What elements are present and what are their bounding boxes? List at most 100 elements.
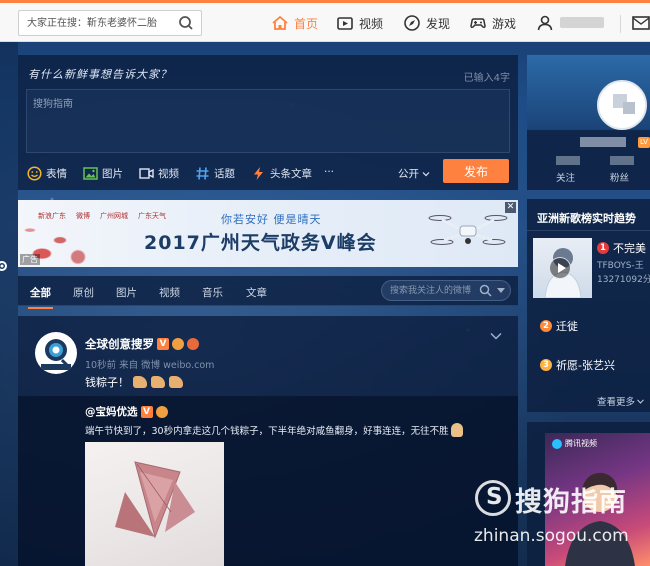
badge-icon — [155, 405, 168, 418]
image-icon — [83, 167, 98, 180]
tool-emoji[interactable]: 表情 — [27, 166, 67, 181]
tool-image-label: 图片 — [102, 168, 123, 180]
post-author-name[interactable]: 全球创意搜罗 — [85, 336, 154, 352]
feed-post: 全球创意搜罗 V 10秒前 来自 微博 weibo.com 钱粽子！ @宝妈优选… — [18, 316, 518, 566]
gear-icon[interactable] — [0, 260, 8, 272]
tool-article[interactable]: 头条文章 — [251, 166, 312, 181]
tool-image[interactable]: 图片 — [83, 166, 123, 181]
smile-icon — [27, 166, 42, 181]
tool-topic[interactable]: 话题 — [195, 166, 235, 181]
muscle-emoji-icon — [133, 376, 147, 388]
tool-more[interactable]: ··· — [324, 166, 334, 178]
banner-logo: 广州网城 — [100, 212, 128, 220]
badge-icon — [187, 338, 199, 350]
visibility-dropdown[interactable]: 公开 — [398, 166, 430, 181]
avatar[interactable] — [35, 332, 77, 374]
nav-video[interactable]: 视频 — [336, 12, 383, 34]
search-logo-icon — [41, 339, 71, 370]
trend-item-artist: TFBOYS-王 — [597, 261, 644, 271]
profile-following[interactable]: 关注 — [556, 170, 575, 184]
feed-filter-tabs: 全部 原创 图片 视频 音乐 文章 — [18, 276, 518, 309]
tool-video[interactable]: 视频 — [139, 166, 179, 181]
global-search-input[interactable] — [19, 11, 169, 35]
video-icon — [139, 168, 154, 179]
post-image[interactable] — [85, 442, 224, 566]
gamepad-icon — [470, 18, 486, 29]
post-author[interactable]: 全球创意搜罗 V — [85, 336, 199, 352]
post-meta[interactable]: 10秒前 来自 微博 weibo.com — [85, 357, 214, 371]
nav-home-label: 首页 — [294, 16, 319, 31]
tab-all[interactable]: 全部 — [28, 285, 53, 309]
tab-original[interactable]: 原创 — [73, 285, 94, 300]
more-icon: ··· — [324, 166, 335, 178]
muscle-emoji-icon — [169, 376, 183, 388]
feed-search[interactable] — [381, 280, 511, 301]
banner-ad[interactable]: 新浪广东 微博 广州网城 广东天气 你若安好 便是晴天 2017广州天气政务V峰… — [18, 200, 518, 267]
play-icon[interactable] — [549, 257, 571, 279]
repost-block: @宝妈优选 V 端午节快到了，30秒内拿走这几个钱粽子，下半年绝对咸鱼翻身，好事… — [18, 396, 518, 566]
trend-item-score: 13271092分 — [597, 275, 650, 285]
search-icon[interactable] — [479, 284, 492, 297]
hashtag-icon — [196, 167, 209, 180]
avatar[interactable] — [597, 80, 647, 130]
tencent-video-icon — [552, 438, 562, 449]
repost-author[interactable]: @宝妈优选 V — [85, 404, 168, 419]
tool-topic-label: 话题 — [214, 168, 235, 180]
home-icon — [272, 15, 288, 30]
repost-text-content: 端午节快到了，30秒内拿走这几个钱粽子，下半年绝对咸鱼翻身，好事连连，无往不胜 — [85, 426, 449, 437]
nav-discover[interactable]: 发现 — [403, 12, 450, 34]
repost-author-name[interactable]: @宝妈优选 — [85, 404, 138, 419]
publisher-char-counter: 已输入4字 — [463, 73, 510, 84]
tab-videos[interactable]: 视频 — [159, 285, 180, 300]
tool-video-label: 视频 — [158, 168, 179, 180]
close-icon[interactable]: ✕ — [505, 202, 516, 213]
visibility-label: 公开 — [398, 168, 419, 180]
chevron-down-icon — [422, 171, 430, 176]
divider — [527, 230, 650, 231]
top-navbar: 首页 视频 发现 游戏 — [0, 0, 650, 42]
nav-user[interactable] — [536, 12, 554, 34]
chevron-down-icon[interactable] — [497, 288, 505, 293]
muscle-emoji-icon — [151, 376, 165, 388]
trend-item-3[interactable]: 3 祈愿-张艺兴 — [540, 357, 615, 373]
rank-badge: 3 — [540, 359, 552, 371]
nav-games[interactable]: 游戏 — [469, 12, 516, 34]
profile-name-redacted — [580, 137, 626, 147]
tab-music[interactable]: 音乐 — [202, 285, 223, 300]
profile-followers[interactable]: 粉丝 — [610, 170, 629, 184]
trend-title[interactable]: 亚洲新歌榜实时趋势 — [537, 210, 636, 226]
trend-item-2[interactable]: 2 迁徙 — [540, 318, 578, 334]
username-redacted — [560, 17, 604, 28]
level-badge: LV — [638, 137, 650, 148]
global-search[interactable] — [18, 10, 202, 36]
nav-home[interactable]: 首页 — [271, 12, 318, 34]
publish-button[interactable]: 发布 — [443, 159, 509, 183]
video-brand: 腾讯视频 — [552, 438, 597, 449]
followers-count-redacted — [610, 156, 634, 165]
tool-emoji-label: 表情 — [46, 168, 67, 180]
chevron-down-icon[interactable] — [490, 332, 502, 340]
rank-badge: 2 — [540, 320, 552, 332]
tab-images[interactable]: 图片 — [116, 285, 137, 300]
feed-search-input[interactable] — [382, 281, 480, 300]
video-thumbnail[interactable] — [545, 433, 650, 566]
nav-games-label: 游戏 — [492, 16, 517, 31]
publisher-textarea[interactable] — [26, 89, 510, 153]
trend-item-title: 不完美 — [613, 242, 646, 255]
banner-logo: 新浪广东 — [38, 212, 66, 220]
tab-articles[interactable]: 文章 — [246, 285, 267, 300]
trend-more-label: 查看更多 — [597, 397, 636, 408]
post-text: 钱粽子！ — [85, 374, 183, 390]
video-brand-label: 腾讯视频 — [565, 439, 597, 448]
money-zongzi-image — [115, 461, 195, 539]
following-count-redacted — [556, 156, 580, 165]
trend-more-link[interactable]: 查看更多 — [597, 394, 644, 408]
left-strip — [0, 42, 18, 566]
message-icon[interactable] — [632, 15, 650, 31]
badge-icon — [172, 338, 184, 350]
banner-logo: 微博 — [76, 212, 90, 220]
trend-item-1[interactable]: 1 不完美 — [597, 240, 646, 256]
search-icon[interactable] — [178, 15, 194, 31]
verified-icon: V — [140, 405, 153, 418]
user-icon — [537, 15, 553, 31]
